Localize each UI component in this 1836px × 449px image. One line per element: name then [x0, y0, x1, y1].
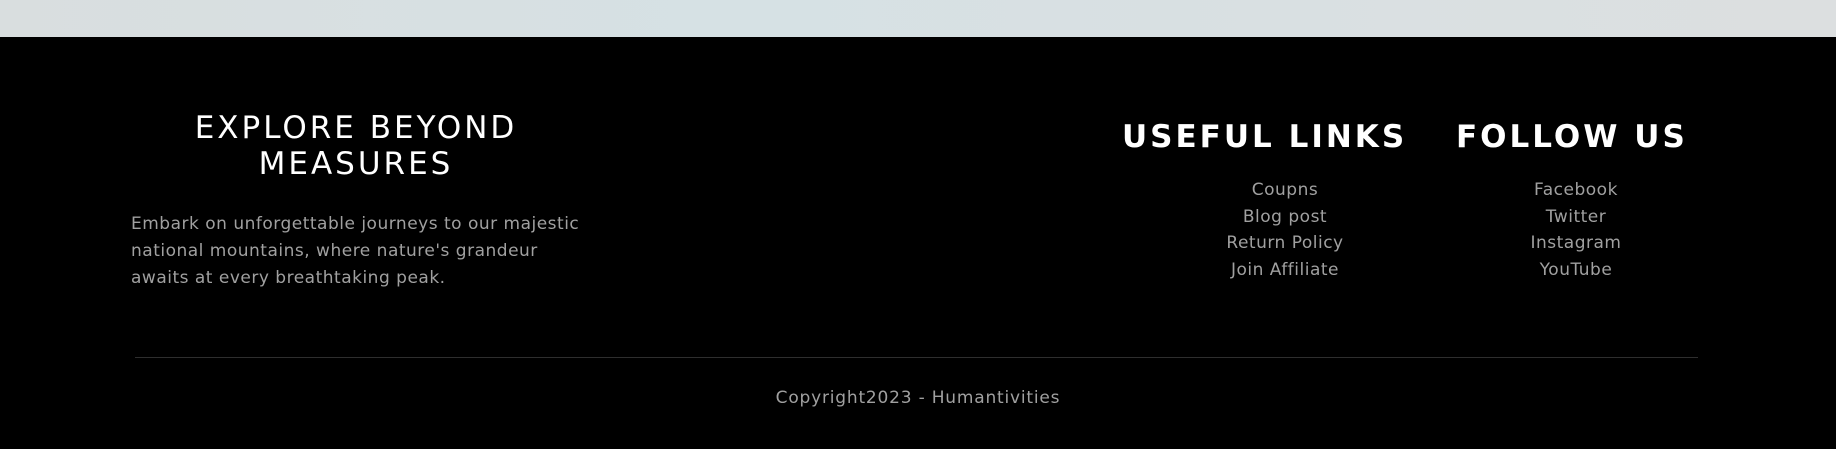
social-link-item: YouTube [1456, 257, 1696, 284]
useful-link-item: Coupns [1140, 177, 1430, 204]
link-blog-post[interactable]: Blog post [1243, 207, 1327, 227]
page-content-edge [0, 0, 1836, 37]
copyright-text: Copyright2023 - Humantivities [775, 388, 1061, 408]
useful-link-item: Join Affiliate [1140, 257, 1430, 284]
useful-link-item: Blog post [1140, 204, 1430, 231]
footer-brand-section: EXPLORE BEYOND MEASURES Embark on unforg… [131, 110, 581, 292]
link-return-policy[interactable]: Return Policy [1226, 233, 1343, 253]
link-facebook[interactable]: Facebook [1534, 180, 1618, 200]
useful-links-heading: USEFUL LINKS [1122, 119, 1408, 155]
site-footer: EXPLORE BEYOND MEASURES Embark on unforg… [0, 37, 1836, 449]
follow-us-heading: FOLLOW US [1456, 119, 1688, 155]
follow-us-section: FOLLOW US Facebook Twitter Instagram You… [1456, 117, 1696, 283]
brand-description: Embark on unforgettable journeys to our … [131, 214, 580, 288]
social-link-item: Facebook [1456, 177, 1696, 204]
link-instagram[interactable]: Instagram [1531, 233, 1622, 253]
useful-links-section: USEFUL LINKS Coupns Blog post Return Pol… [1122, 117, 1412, 283]
brand-title: EXPLORE BEYOND MEASURES [194, 110, 518, 182]
social-link-item: Instagram [1456, 230, 1696, 257]
useful-link-item: Return Policy [1140, 230, 1430, 257]
footer-divider [135, 357, 1698, 358]
social-link-item: Twitter [1456, 204, 1696, 231]
link-join-affiliate[interactable]: Join Affiliate [1231, 260, 1339, 280]
link-youtube[interactable]: YouTube [1540, 260, 1613, 280]
link-coupons[interactable]: Coupns [1252, 180, 1318, 200]
social-links-list: Facebook Twitter Instagram YouTube [1456, 177, 1696, 283]
link-twitter[interactable]: Twitter [1546, 207, 1606, 227]
useful-links-list: Coupns Blog post Return Policy Join Affi… [1140, 177, 1430, 283]
